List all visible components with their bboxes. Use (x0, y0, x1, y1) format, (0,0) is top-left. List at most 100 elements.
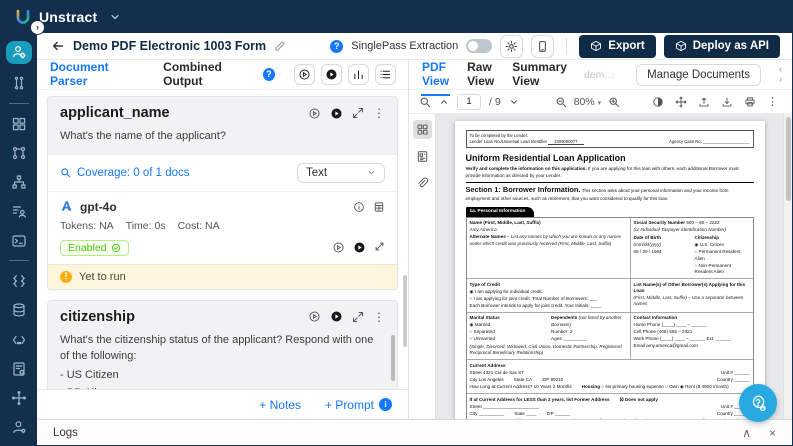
pdf-sidebar-strip (409, 114, 436, 419)
prompt-key: applicant_name (60, 105, 170, 121)
pdf-field-label: If at Current Address for LESS than 2 ye… (470, 397, 610, 402)
prompt-list-button[interactable] (375, 64, 396, 85)
prompt-menu-icon[interactable]: ⋮ (373, 310, 385, 324)
page-number-input[interactable] (457, 94, 481, 110)
expand-output-icon[interactable] (374, 241, 385, 254)
sidebar-item-add[interactable] (8, 388, 30, 407)
output-type-select[interactable]: Text (297, 163, 385, 183)
page-down-icon[interactable] (509, 97, 519, 107)
zoom-caret-icon: ▾ (598, 100, 602, 107)
coverage-analytics-button[interactable] (348, 64, 369, 85)
manage-documents-button[interactable]: Manage Documents (636, 64, 761, 86)
package-icon (590, 40, 602, 52)
guide-button[interactable] (531, 35, 554, 58)
play-filled-icon (325, 68, 338, 81)
add-notes-button[interactable]: + Notes (259, 398, 301, 412)
pdf-more-menu-icon[interactable]: ⋮ (767, 95, 778, 108)
expand-prompt-icon[interactable] (352, 311, 364, 323)
zoom-out-icon[interactable] (555, 96, 567, 108)
pdf-field-label: Housing (582, 384, 600, 389)
zoom-level-select[interactable]: 80% ▾ (574, 96, 601, 108)
expand-prompt-icon[interactable] (352, 107, 364, 119)
run-single-pass-button[interactable] (294, 64, 315, 85)
thumbnails-icon (416, 123, 429, 136)
sidebar-item-text-extractor[interactable] (8, 330, 30, 349)
help-chat-button[interactable] (739, 384, 777, 422)
prompt-menu-icon[interactable]: ⋮ (373, 106, 385, 120)
sidebar-item-prompt-studio[interactable] (6, 41, 32, 64)
gear-icon (505, 40, 518, 53)
chevron-down-icon (367, 168, 376, 177)
sidebar-item-vector-db[interactable] (8, 301, 30, 320)
thumbnails-button[interactable] (413, 120, 432, 139)
run-prompt-icon[interactable] (308, 310, 321, 323)
llm-info-icon[interactable] (353, 201, 365, 213)
upload-icon[interactable] (698, 96, 710, 108)
pdf-radio-option: ○ Own (665, 384, 679, 389)
back-button[interactable] (51, 39, 65, 53)
page-up-icon[interactable] (439, 97, 449, 107)
sidebar-item-doc-settings[interactable] (8, 359, 30, 378)
pdf-canvas[interactable]: To be completed by the Lender: Lender Lo… (436, 114, 783, 419)
run-prompt-all-docs-icon[interactable] (330, 310, 343, 323)
prompt-panel: Document Parser Combined Output ? (37, 60, 409, 419)
pdf-viewer: To be completed by the Lender: Lender Lo… (409, 114, 792, 419)
pdf-field-value: Street 4321 Cul de Sac ST (470, 370, 525, 375)
logs-bar[interactable]: Logs ∧ × (37, 419, 792, 445)
sidebar-item-dashboard[interactable] (8, 114, 30, 133)
current-document-name: demo_pdf_electronic_fo... (584, 69, 620, 81)
singlepass-toggle[interactable] (466, 39, 492, 53)
attachments-button[interactable] (413, 174, 432, 193)
pdf-scrollbar[interactable] (783, 114, 792, 419)
pdf-field-label: Dependents (551, 315, 577, 320)
sidebar-expand-button[interactable]: › (30, 20, 45, 35)
run-prompt-all-docs-icon[interactable] (330, 107, 343, 120)
sidebar-item-workflows[interactable] (8, 143, 30, 162)
pdf-field-label: Date of Birth (634, 235, 662, 240)
sidebar-item-user-lists[interactable] (8, 202, 30, 221)
pdf-field-label: Citizenship (695, 235, 720, 240)
run-llm-icon[interactable] (332, 241, 345, 254)
pdf-search-icon[interactable] (419, 96, 431, 108)
pdf-text-line: (Single, Divorced, Widowed, Civil Union,… (470, 344, 627, 357)
download-icon[interactable] (721, 96, 733, 108)
sidebar-item-embeddings[interactable] (8, 271, 30, 290)
zoom-in-icon[interactable] (608, 96, 620, 108)
settings-button[interactable] (500, 35, 523, 58)
org-switcher-chevron-icon[interactable] (109, 11, 121, 23)
logs-expand-icon[interactable]: ∧ (742, 427, 751, 439)
logs-close-icon[interactable]: × (769, 427, 776, 439)
run-llm-all-docs-icon[interactable] (353, 241, 366, 254)
deploy-as-api-button[interactable]: Deploy as API (664, 35, 780, 58)
sidebar-item-terminal[interactable] (8, 231, 30, 250)
print-icon[interactable] (744, 96, 756, 108)
tab-scroll-right-icon[interactable]: › (779, 75, 782, 85)
output-table-icon[interactable] (373, 201, 385, 213)
contrast-icon[interactable] (652, 96, 664, 108)
tab-combined-output-label: Combined Output (163, 60, 258, 88)
singlepass-help-icon[interactable]: ? (330, 40, 343, 53)
prompt-info-icon[interactable]: i (379, 398, 392, 411)
prompt-option: - PR Alien (60, 385, 385, 389)
prompt-list-scrollbar[interactable] (403, 275, 407, 347)
pdf-field-value: State ____ (514, 411, 536, 416)
export-button[interactable]: Export (579, 35, 655, 58)
add-prompt-button[interactable]: + Prompt i (325, 398, 392, 412)
code-brackets-icon (11, 332, 27, 348)
edit-title-icon[interactable] (274, 40, 286, 52)
outline-button[interactable] (413, 147, 432, 166)
run-prompt-icon[interactable] (308, 107, 321, 120)
sidebar-item-profile[interactable] (8, 418, 30, 437)
enabled-badge[interactable]: Enabled (60, 240, 129, 256)
pdf-scrollbar-thumb[interactable] (786, 117, 791, 201)
run-all-prompts-button[interactable] (321, 64, 342, 85)
card-scrollbar[interactable] (391, 335, 395, 381)
pdf-field-label: Current Address (470, 363, 506, 368)
pdf-field-value: State CA (514, 377, 532, 382)
pdf-tab-1a: 1a. Personal Information (466, 207, 535, 217)
sidebar-item-tools[interactable] (8, 74, 30, 93)
sidebar-item-pipelines[interactable] (8, 173, 30, 192)
combined-output-help-icon[interactable]: ? (263, 68, 275, 81)
coverage-link[interactable]: Coverage: 0 of 1 docs (77, 167, 190, 179)
pan-move-icon[interactable] (675, 96, 687, 108)
